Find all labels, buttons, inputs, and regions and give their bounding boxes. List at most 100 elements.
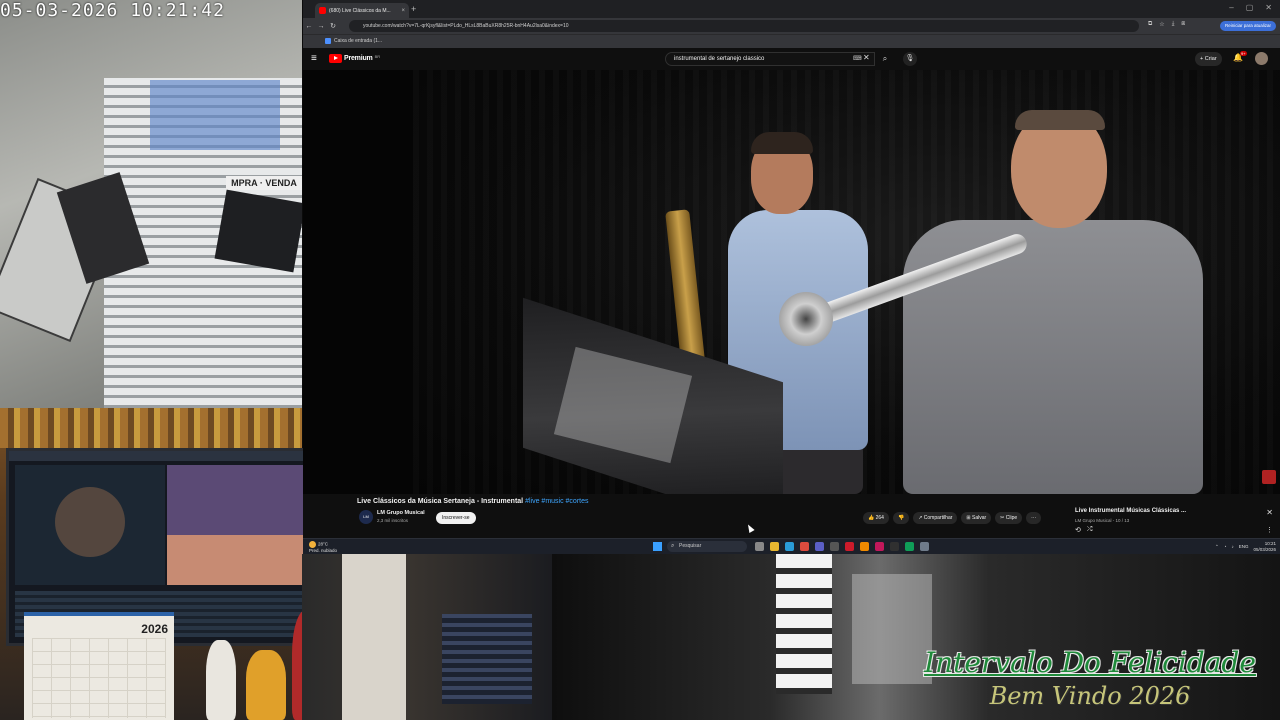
video-frame [413, 70, 1280, 494]
taskbar-apps [755, 542, 929, 551]
share-button[interactable]: ↗ Compartilhar [913, 512, 958, 524]
clock-date: 05/03/2026 [1253, 546, 1276, 552]
terminal-icon[interactable] [830, 542, 839, 551]
media-icon[interactable] [875, 542, 884, 551]
windows-taskbar: 28°C Pred. nublado ⌕ Pesquisar ⌃ ◔ ♪ ENG… [303, 538, 1280, 554]
app-icon[interactable] [905, 542, 914, 551]
new-tab-button[interactable]: + [411, 4, 416, 14]
youtube-header: ≡ Premium BR instrumental de sertanejo c… [303, 48, 1280, 70]
opera-icon[interactable] [845, 542, 854, 551]
vlc-icon[interactable] [860, 542, 869, 551]
shuffle-icon[interactable]: ⤮ [1087, 526, 1093, 534]
edge-icon[interactable] [785, 542, 794, 551]
clear-search-icon[interactable]: ✕ [863, 53, 870, 62]
video-hashtags[interactable]: #live #music #cortes [525, 498, 588, 505]
overlay-subtitle: Bem Vindo 2026 [989, 682, 1191, 710]
search-icon[interactable]: ⌕ [876, 52, 894, 66]
forward-arrow-icon[interactable]: → [315, 23, 327, 30]
mail-icon [325, 38, 331, 44]
windows-start-icon[interactable] [653, 542, 662, 551]
language-indicator[interactable]: ENG [1239, 544, 1249, 549]
clock-time: 10:21 [1264, 541, 1276, 546]
bookmark-label: Caixa de entrada (1... [334, 38, 383, 44]
reload-icon[interactable]: ↻ [327, 22, 339, 30]
tab-title: (680) Live Clássicos da M... [329, 7, 391, 14]
save-button[interactable]: ⊞ Salvar [961, 512, 992, 524]
channel-watermark[interactable] [1262, 470, 1276, 484]
youtube-favicon-icon [319, 7, 326, 14]
microphone-icon[interactable]: 🎙 [903, 52, 917, 66]
logo-region: BR [374, 54, 381, 59]
bookmark-inbox[interactable]: Caixa de entrada (1... [325, 38, 382, 44]
extensions-icon[interactable]: ⧈ [1181, 21, 1185, 28]
overlay-title: Intervalo Do Felicidade [924, 646, 1256, 679]
subscribe-button[interactable]: Inscrever-se [436, 512, 476, 524]
channel-subscribers: 2,3 mil inscritos [377, 518, 409, 523]
youtube-premium-logo[interactable]: Premium BR [329, 54, 380, 63]
cast-icon[interactable]: ⧉ [1148, 21, 1152, 28]
user-avatar[interactable] [1255, 52, 1268, 65]
monitor-pane-left [15, 465, 165, 585]
playlist-meta: LM Grupo Musical - 10 / 13 [1075, 518, 1130, 523]
network-icon[interactable]: ◔ [1224, 544, 1227, 549]
store-icon[interactable] [815, 542, 824, 551]
building-window [776, 554, 832, 694]
back-arrow-icon[interactable]: ← [303, 23, 315, 30]
more-actions-button[interactable]: ··· [1026, 512, 1042, 524]
keyboard-icon[interactable]: ⌨ [853, 55, 862, 62]
close-window-button[interactable]: ✕ [1265, 3, 1272, 12]
search-icon: ⌕ [671, 543, 675, 549]
browser-window: (680) Live Clássicos da M... × + – ▢ ✕ ←… [303, 0, 1280, 554]
url-input[interactable]: youtube.com/watch?v=7L-qrKjsyfl&list=PLd… [349, 20, 1139, 32]
browser-tab-youtube[interactable]: (680) Live Clássicos da M... × [315, 3, 409, 18]
playlist-controls: ⟲ ⤮ [1075, 526, 1092, 534]
playlist-panel: Live Instrumental Músicas Clássicas ... … [1071, 504, 1277, 540]
hamburger-menu-icon[interactable]: ≡ [311, 53, 317, 64]
trumpet-bell [779, 292, 833, 346]
dislike-button[interactable]: 👎 [892, 512, 910, 524]
weather-widget[interactable]: 28°C Pred. nublado [309, 541, 337, 554]
taskbar-search[interactable]: ⌕ Pesquisar [667, 541, 747, 552]
address-bar-row: ← → ↻ youtube.com/watch?v=7L-qrKjsyfl&li… [303, 18, 1280, 34]
calendar-grid [32, 638, 166, 718]
download-icon[interactable]: ⤓ [1172, 21, 1175, 28]
task-view-icon[interactable] [755, 542, 764, 551]
blue-sign [150, 80, 280, 150]
logo-text: Premium [344, 55, 373, 62]
restart-update-button[interactable]: Reiniciar para atualizar [1219, 21, 1276, 31]
weather-text: Pred. nublado [309, 548, 338, 553]
bookmarks-bar: Caixa de entrada (1... [303, 34, 1280, 48]
system-tray: ⌃ ◔ ♪ ENG 10:21 05/03/2026 [1215, 541, 1276, 552]
settings-gear-icon[interactable] [920, 542, 929, 551]
monitor-tabs [9, 451, 321, 461]
clip-button[interactable]: ✂ Clipe [995, 512, 1023, 524]
explorer-icon[interactable] [770, 542, 779, 551]
laptop-device [214, 189, 302, 273]
chrome-icon[interactable] [800, 542, 809, 551]
playlist-more-icon[interactable]: ⋮ [1266, 526, 1273, 534]
obs-icon[interactable] [890, 542, 899, 551]
channel-avatar[interactable]: LM [359, 510, 373, 524]
taskbar-search-placeholder: Pesquisar [679, 543, 702, 549]
video-title-text: Live Clássicos da Música Sertaneja - Ins… [357, 498, 524, 505]
playlist-close-icon[interactable]: ✕ [1266, 508, 1273, 517]
bookmark-star-icon[interactable]: ☆ [1159, 21, 1164, 28]
tab-close-icon[interactable]: × [401, 8, 405, 14]
taskbar-clock[interactable]: 10:21 05/03/2026 [1253, 541, 1276, 552]
search-input[interactable]: instrumental de sertanejo classico [665, 52, 875, 66]
like-button[interactable]: 👍 264 [863, 512, 889, 524]
weather-temp: 28°C [318, 541, 329, 547]
create-button[interactable]: + Criar [1195, 52, 1222, 66]
minimize-button[interactable]: – [1229, 3, 1233, 12]
channel-name[interactable]: LM Grupo Musical [377, 510, 425, 516]
volume-icon[interactable]: ♪ [1231, 544, 1233, 549]
playlist-title[interactable]: Live Instrumental Músicas Clássicas ... [1075, 508, 1186, 514]
tray-overflow-icon[interactable]: ⌃ [1215, 544, 1219, 550]
maximize-button[interactable]: ▢ [1246, 3, 1254, 12]
camera-feed-bottom-middle [302, 554, 552, 720]
address-bar-icons: ⧉ ☆ ⤓ ⧈ [1148, 21, 1185, 28]
loop-icon[interactable]: ⟲ [1075, 526, 1081, 534]
figurine [246, 650, 286, 720]
shop-sign: MPRA · VENDA [226, 176, 302, 190]
video-player[interactable] [303, 70, 1280, 494]
